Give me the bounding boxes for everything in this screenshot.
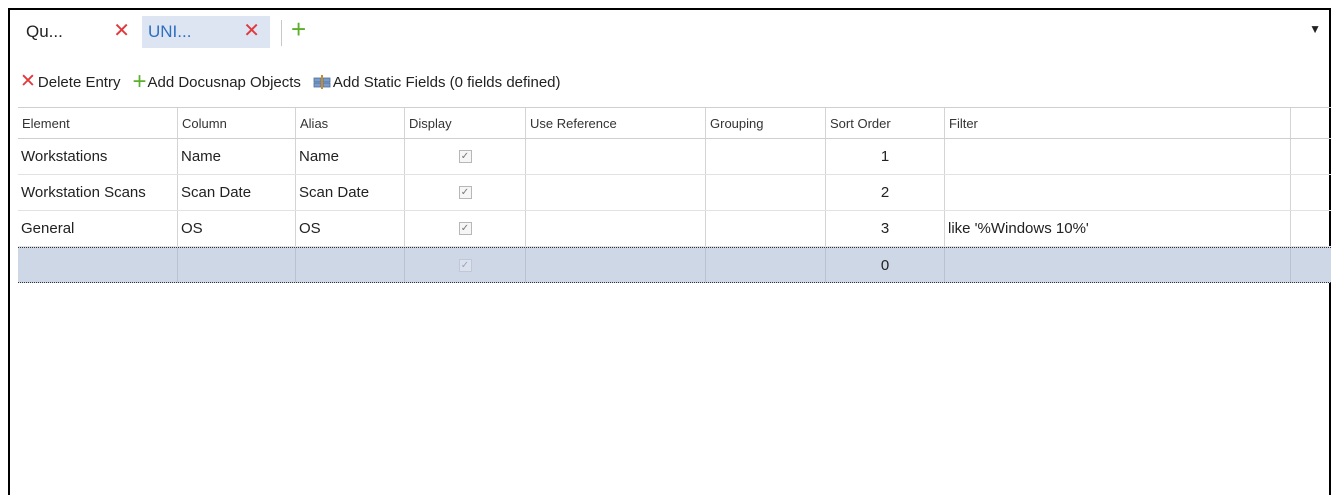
plus-icon: + (132, 68, 147, 95)
plus-icon[interactable]: + (291, 16, 306, 42)
cell-grouping[interactable] (706, 139, 826, 174)
cell-display: ✓ (405, 175, 526, 210)
cell-element[interactable] (18, 248, 178, 282)
add-docusnap-objects-button[interactable]: + Add Docusnap Objects (132, 68, 301, 95)
column-header-sort-order[interactable]: Sort Order (826, 108, 945, 138)
cell-filler (1291, 248, 1331, 282)
add-static-fields-label: Add Static Fields (0 fields defined) (332, 73, 561, 91)
cell-filter[interactable] (945, 175, 1291, 210)
cell-display: ✓ (405, 139, 526, 174)
display-checkbox[interactable]: ✓ (458, 186, 472, 199)
display-checkbox[interactable]: ✓ (458, 258, 472, 272)
column-header-column[interactable]: Column (178, 108, 296, 138)
add-docusnap-objects-label: Add Docusnap Objects (147, 73, 301, 91)
cell-grouping[interactable] (706, 211, 826, 246)
cell-alias[interactable]: OS (296, 211, 405, 246)
cell-filler (1291, 211, 1331, 246)
add-static-fields-button[interactable]: Add Static Fields (0 fields defined) (313, 74, 561, 91)
cell-element[interactable]: Workstations (18, 139, 178, 174)
tab-query[interactable]: Qu... ✕ (20, 16, 140, 48)
close-icon[interactable]: ✕ (113, 20, 130, 42)
cell-grouping[interactable] (706, 248, 826, 282)
column-header-filler (1291, 108, 1331, 138)
tab-separator (281, 20, 282, 46)
query-editor-panel: Qu... ✕ UNI... ✕ + ▼ ✕ Delete Entry + Ad… (8, 8, 1331, 495)
fields-grid: Element Column Alias Display Use Referen… (18, 107, 1331, 283)
table-row-new[interactable]: ✓ 0 (18, 247, 1331, 283)
column-header-alias[interactable]: Alias (296, 108, 405, 138)
cell-column[interactable] (178, 248, 296, 282)
display-checkbox[interactable]: ✓ (458, 150, 472, 163)
cell-element[interactable]: Workstation Scans (18, 175, 178, 210)
cell-sort-order[interactable]: 1 (826, 139, 945, 174)
table-row[interactable]: General OS OS ✓ 3 like '%Windows 10%' (18, 211, 1331, 247)
tab-label: UNI... (148, 22, 192, 41)
cell-alias[interactable] (296, 248, 405, 282)
cell-column[interactable]: Name (178, 139, 296, 174)
cell-grouping[interactable] (706, 175, 826, 210)
cell-sort-order[interactable]: 3 (826, 211, 945, 246)
delete-entry-label: Delete Entry (37, 73, 121, 91)
display-checkbox[interactable]: ✓ (458, 222, 472, 235)
cell-sort-order[interactable]: 2 (826, 175, 945, 210)
cell-filter[interactable] (945, 248, 1291, 282)
column-header-display[interactable]: Display (405, 108, 526, 138)
cell-display: ✓ (405, 211, 526, 246)
cell-filter[interactable]: like '%Windows 10%' (945, 211, 1291, 246)
toolbar: ✕ Delete Entry + Add Docusnap Objects Ad… (20, 70, 573, 94)
cell-filter[interactable] (945, 139, 1291, 174)
column-header-use-reference[interactable]: Use Reference (526, 108, 706, 138)
column-header-grouping[interactable]: Grouping (706, 108, 826, 138)
cell-filler (1291, 175, 1331, 210)
table-row[interactable]: Workstations Name Name ✓ 1 (18, 139, 1331, 175)
cell-column[interactable]: OS (178, 211, 296, 246)
cell-element[interactable]: General (18, 211, 178, 246)
cell-use-reference[interactable] (526, 211, 706, 246)
table-row[interactable]: Workstation Scans Scan Date Scan Date ✓ … (18, 175, 1331, 211)
close-icon: ✕ (20, 71, 36, 92)
column-header-element[interactable]: Element (18, 108, 178, 138)
close-icon[interactable]: ✕ (243, 20, 260, 42)
cell-use-reference[interactable] (526, 248, 706, 282)
cell-use-reference[interactable] (526, 175, 706, 210)
tab-strip: Qu... ✕ UNI... ✕ + ▼ (10, 10, 1329, 52)
cell-display: ✓ (405, 248, 526, 282)
tab-label: Qu... (26, 22, 63, 41)
chevron-down-icon[interactable]: ▼ (1309, 22, 1321, 36)
tab-union[interactable]: UNI... ✕ (142, 16, 270, 48)
fields-icon (313, 74, 331, 90)
grid-header: Element Column Alias Display Use Referen… (18, 108, 1331, 139)
cell-filler (1291, 139, 1331, 174)
column-header-filter[interactable]: Filter (945, 108, 1291, 138)
cell-use-reference[interactable] (526, 139, 706, 174)
delete-entry-button[interactable]: ✕ Delete Entry (20, 71, 121, 92)
cell-alias[interactable]: Name (296, 139, 405, 174)
cell-column[interactable]: Scan Date (178, 175, 296, 210)
cell-alias[interactable]: Scan Date (296, 175, 405, 210)
cell-sort-order[interactable]: 0 (826, 248, 945, 282)
